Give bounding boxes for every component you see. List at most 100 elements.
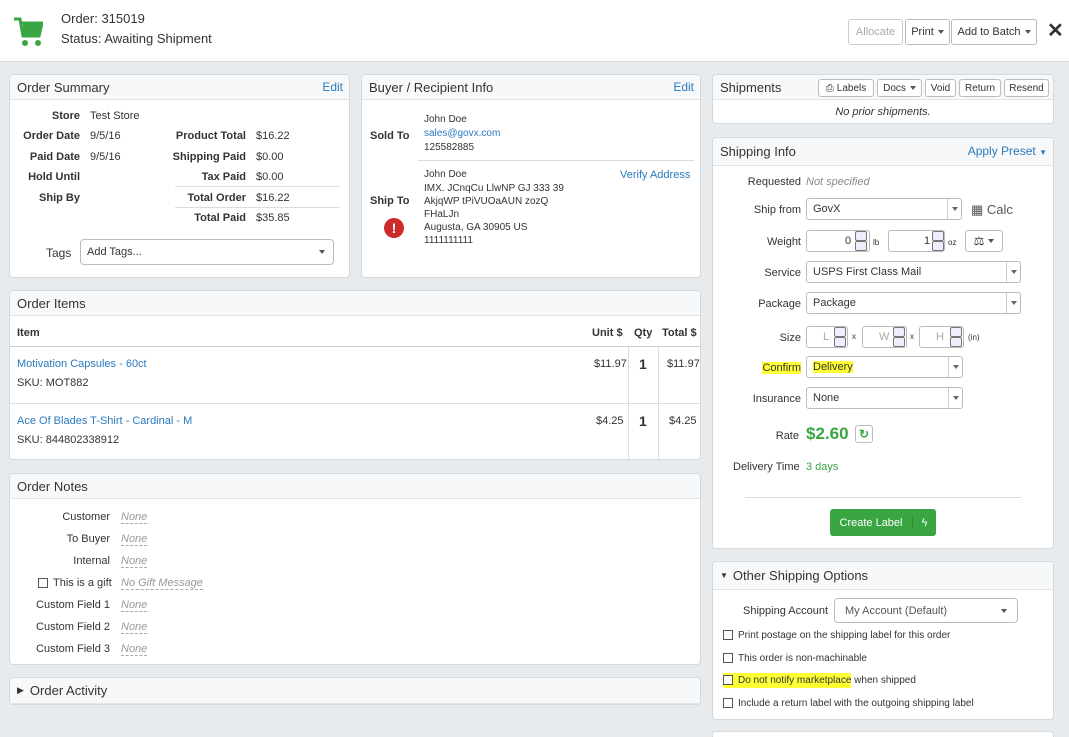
tags-dropdown[interactable]: Add Tags... [80, 239, 334, 265]
shipping-info-panel: Shipping Info Apply Preset ▼ Requested N… [712, 137, 1054, 549]
ship-by-label: Ship By [39, 192, 80, 204]
hold-until-label: Hold Until [28, 171, 80, 183]
divider [418, 160, 694, 161]
checkbox[interactable] [723, 653, 733, 664]
refresh-rate-icon[interactable]: ↻ [855, 425, 873, 443]
gift-message-value[interactable]: No Gift Message [121, 577, 203, 590]
checkbox[interactable] [723, 698, 733, 709]
order-items-panel: Order Items Item Unit $ Qty Total $ Moti… [9, 290, 701, 460]
confirm-select[interactable]: Delivery [806, 356, 963, 378]
to-buyer-note-value[interactable]: None [121, 533, 148, 546]
increment-icon[interactable] [893, 327, 905, 337]
order-date-label: Order Date [23, 130, 80, 142]
do-not-notify-option[interactable]: Do not notify marketplace when shipped [723, 673, 916, 688]
item-name-link[interactable]: Ace Of Blades T-Shirt - Cardinal - M [17, 415, 192, 427]
decrement-icon[interactable] [834, 337, 846, 347]
ship-address-line: IMX. JCnqCu LlwNP GJ 333 39 [424, 183, 564, 194]
decrement-icon[interactable] [932, 241, 944, 251]
increment-icon[interactable] [855, 231, 867, 241]
weight-oz-input[interactable]: 1 [888, 230, 945, 252]
docs-button[interactable]: Docs [877, 79, 922, 97]
panel-title: Order Notes [17, 478, 88, 494]
verify-address-link[interactable]: Verify Address [620, 169, 690, 181]
add-to-batch-button[interactable]: Add to Batch [951, 19, 1037, 45]
divider [745, 497, 1021, 498]
custom-field-1-value[interactable]: None [121, 599, 148, 612]
void-button[interactable]: Void [925, 79, 956, 97]
decrement-icon[interactable] [950, 337, 962, 347]
calc-button[interactable]: ▦ Calc [971, 202, 1013, 218]
edit-buyer-link[interactable]: Edit [673, 80, 694, 94]
custom-field-2-value[interactable]: None [121, 621, 148, 634]
item-qty: 1 [639, 413, 647, 429]
close-icon[interactable]: ✕ [1047, 18, 1064, 43]
divider [10, 403, 700, 404]
custom-field-1-label: Custom Field 1 [36, 599, 110, 611]
customer-note-value[interactable]: None [121, 511, 148, 524]
edit-order-summary-link[interactable]: Edit [322, 80, 343, 94]
order-summary-panel: Order Summary Edit Store Test Store Orde… [9, 74, 350, 278]
increment-icon[interactable] [834, 327, 846, 337]
resend-button[interactable]: Resend [1004, 79, 1049, 97]
non-machinable-option[interactable]: This order is non-machinable [723, 653, 867, 664]
print-postage-option[interactable]: Print postage on the shipping label for … [723, 630, 950, 641]
gift-checkbox[interactable] [38, 578, 48, 589]
chevron-down-icon [1006, 262, 1020, 282]
checkbox[interactable] [723, 630, 733, 641]
custom-field-2-label: Custom Field 2 [36, 621, 110, 633]
increment-icon[interactable] [932, 231, 944, 241]
ship-name: John Doe [424, 169, 467, 180]
labels-button[interactable]: ⎙ Labels [818, 79, 874, 97]
return-label-option[interactable]: Include a return label with the outgoing… [723, 698, 974, 709]
warning-icon[interactable]: ! [384, 218, 404, 238]
decrement-icon[interactable] [893, 337, 905, 347]
no-shipments-text: No prior shipments. [835, 106, 931, 118]
create-label-text: Create Label [839, 516, 903, 529]
weight-lb-input[interactable]: 0 [806, 230, 870, 252]
gift-label: This is a gift [53, 577, 112, 589]
other-options-header[interactable]: ▼ Other Shipping Options [713, 562, 1053, 590]
width-input[interactable]: W [862, 326, 907, 348]
col-qty: Qty [634, 327, 653, 339]
create-label-button[interactable]: Create Label ϟ [830, 509, 936, 536]
allocate-button[interactable]: Allocate [848, 19, 903, 45]
customer-note-label: Customer [62, 511, 110, 523]
caret-down-icon [1001, 609, 1007, 613]
shipping-info-header: Shipping Info Apply Preset ▼ [713, 138, 1053, 166]
order-activity-panel[interactable]: ▶ Order Activity [9, 677, 701, 705]
add-to-batch-label: Add to Batch [957, 26, 1021, 38]
package-label: Package [758, 298, 801, 310]
shipping-account-select[interactable]: My Account (Default) [834, 598, 1018, 623]
return-button[interactable]: Return [959, 79, 1001, 97]
height-input[interactable]: H [919, 326, 964, 348]
insurance-select[interactable]: None [806, 387, 963, 409]
item-qty: 1 [639, 356, 647, 372]
sold-email-link[interactable]: sales@govx.com [424, 128, 500, 139]
total-paid-label: Total Paid [194, 212, 246, 224]
oz-unit: oz [948, 238, 957, 247]
apply-preset-button[interactable]: Apply Preset ▼ [968, 144, 1047, 158]
paid-date-value: 9/5/16 [90, 151, 121, 163]
print-button[interactable]: Print [905, 19, 950, 45]
package-select[interactable]: Package [806, 292, 1021, 314]
custom-field-3-value[interactable]: None [121, 643, 148, 656]
length-input[interactable]: L [806, 326, 848, 348]
paid-date-label: Paid Date [29, 151, 80, 163]
return-label: Return [964, 82, 995, 94]
insurance-value: None [813, 392, 840, 404]
checkbox[interactable] [723, 675, 733, 686]
shipments-panel: Shipments ⎙ Labels Docs Void Return Resen… [712, 74, 1054, 124]
service-select[interactable]: USPS First Class Mail [806, 261, 1021, 283]
gift-checkbox-row[interactable]: This is a gift [38, 577, 112, 589]
increment-icon[interactable] [950, 327, 962, 337]
lb-unit: lb [873, 238, 880, 247]
apply-preset-label: Apply Preset [967, 144, 1036, 158]
decrement-icon[interactable] [855, 241, 867, 251]
internal-note-value[interactable]: None [121, 555, 148, 568]
lightning-icon[interactable]: ϟ [912, 516, 936, 529]
service-label: Service [764, 267, 801, 279]
ship-from-select[interactable]: GovX [806, 198, 962, 220]
order-activity-header[interactable]: ▶ Order Activity [10, 678, 700, 704]
scale-button[interactable]: ⚖ [965, 230, 1003, 252]
item-name-link[interactable]: Motivation Capsules - 60ct [17, 358, 147, 370]
